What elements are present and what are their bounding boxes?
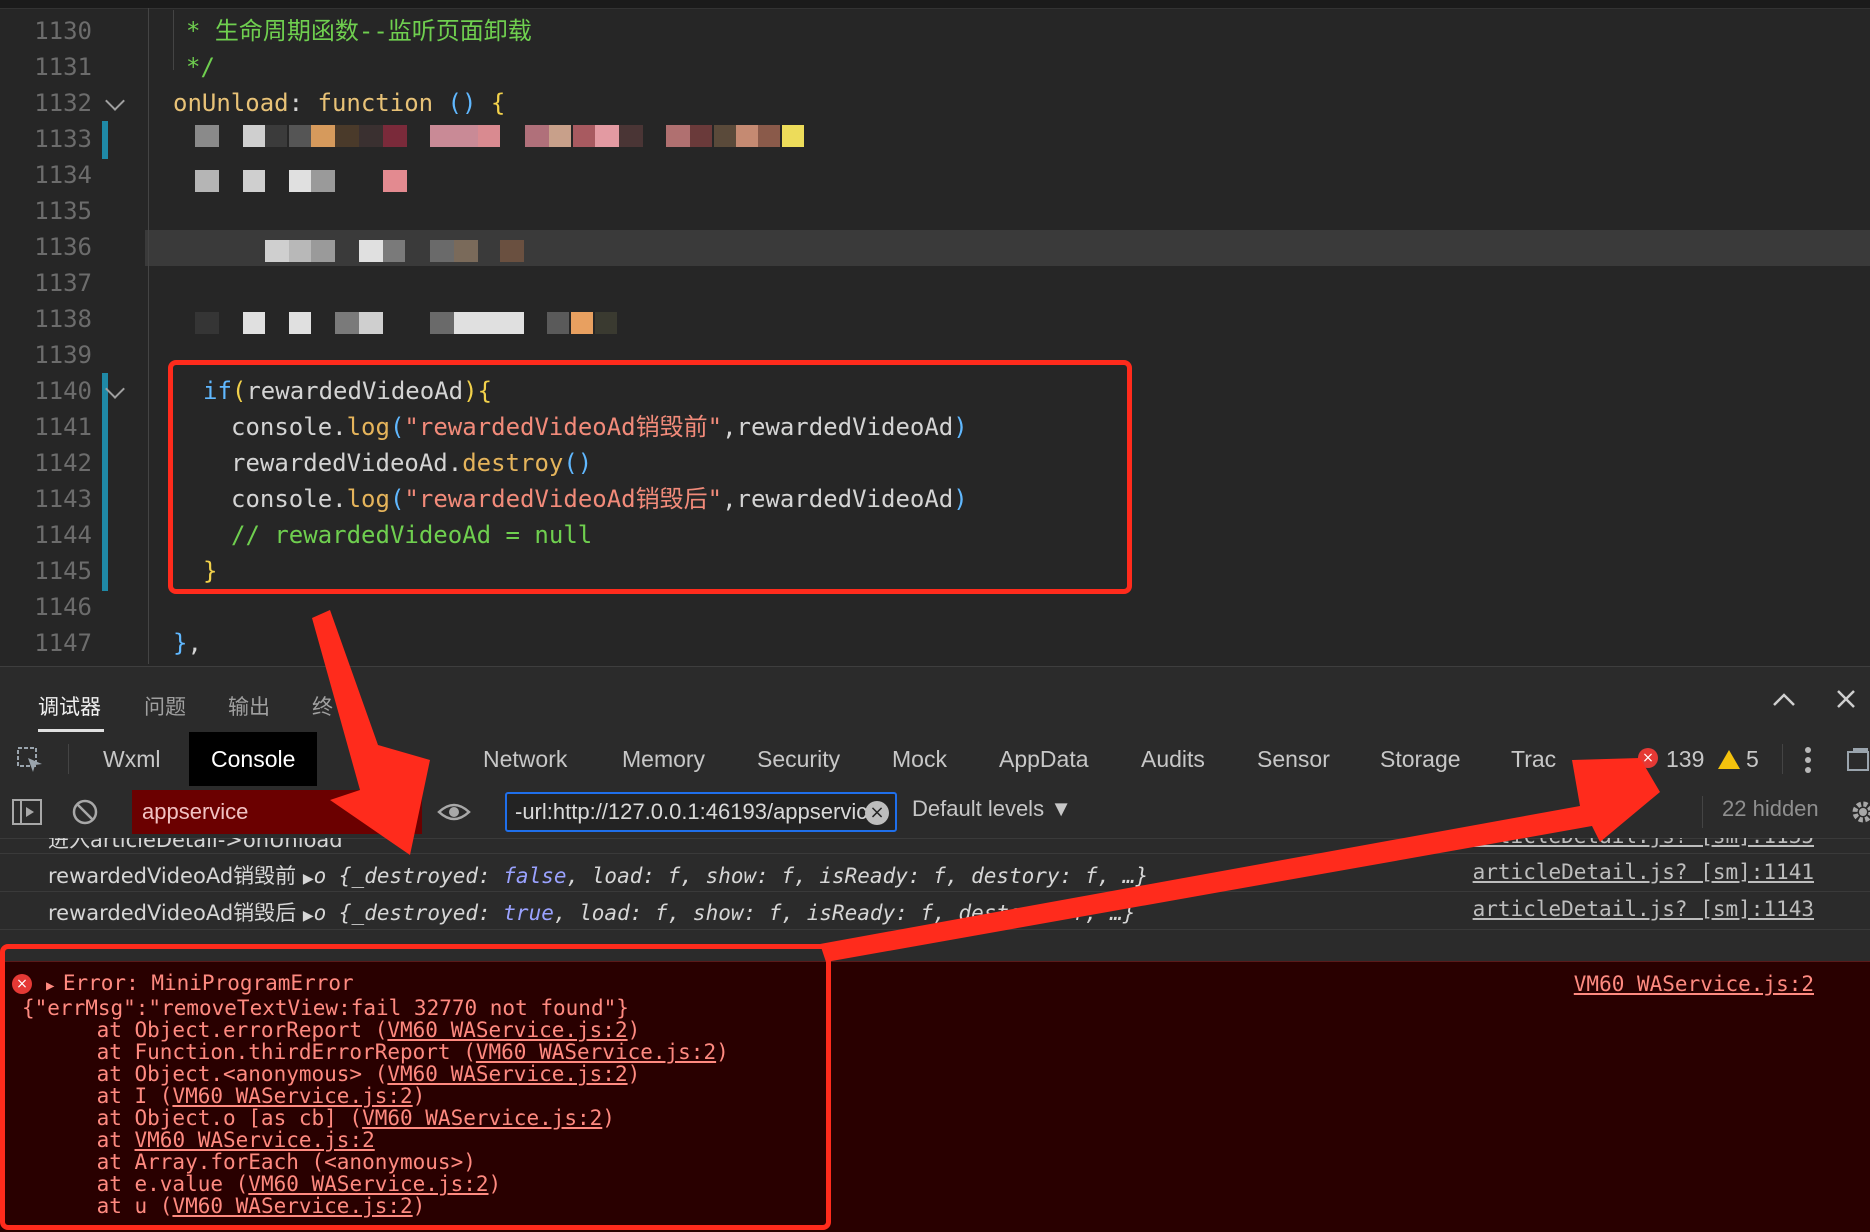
annotation-arrows bbox=[312, 610, 1660, 962]
annotation-arrow-right bbox=[820, 758, 1660, 962]
annotation-arrow-down bbox=[312, 610, 430, 855]
